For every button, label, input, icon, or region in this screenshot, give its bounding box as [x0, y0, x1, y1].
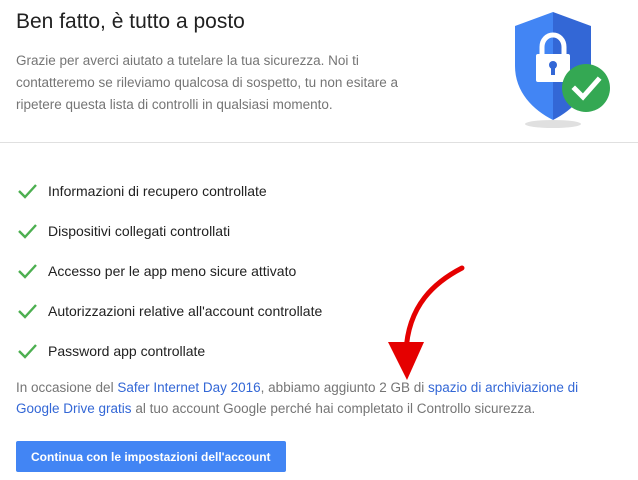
checkmark-icon [18, 304, 37, 319]
checklist: Informazioni di recupero controllate Dis… [16, 171, 322, 371]
checklist-item-label: Informazioni di recupero controllate [48, 183, 267, 199]
checklist-item-label: Autorizzazioni relative all'account cont… [48, 303, 323, 319]
shield-illustration [505, 8, 615, 130]
checklist-item: Dispositivi collegati controllati [16, 211, 322, 251]
section-divider [0, 142, 638, 143]
checklist-item-label: Dispositivi collegati controllati [48, 223, 231, 239]
note-text: In occasione del [16, 380, 118, 395]
red-arrow-annotation [388, 265, 465, 380]
checkmark-icon [18, 264, 37, 279]
note-text: al tuo account Google perché hai complet… [131, 401, 536, 416]
checklist-item: Accesso per le app meno sicure attivato [16, 251, 322, 291]
check-badge-icon [562, 64, 610, 112]
checklist-item: Autorizzazioni relative all'account cont… [16, 291, 322, 331]
checkmark-icon [18, 184, 37, 199]
continue-account-settings-button[interactable]: Continua con le impostazioni dell'accoun… [16, 441, 286, 472]
storage-bonus-note: In occasione del Safer Internet Day 2016… [16, 377, 616, 419]
intro-text: Grazie per averci aiutato a tutelare la … [16, 53, 398, 112]
page-title: Ben fatto, è tutto a posto [16, 10, 245, 33]
checklist-item: Informazioni di recupero controllate [16, 171, 322, 211]
checkmark-icon [18, 224, 37, 239]
checklist-item-label: Password app controllate [48, 343, 206, 359]
note-text: , abbiamo aggiunto 2 GB di [260, 380, 429, 395]
safer-internet-day-link[interactable]: Safer Internet Day 2016 [117, 380, 260, 395]
checklist-item-label: Accesso per le app meno sicure attivato [48, 263, 297, 279]
checklist-item: Password app controllate [16, 331, 322, 371]
checkmark-icon [18, 344, 37, 359]
security-checkup-complete-page: Ben fatto, è tutto a posto Grazie per av… [0, 0, 638, 480]
